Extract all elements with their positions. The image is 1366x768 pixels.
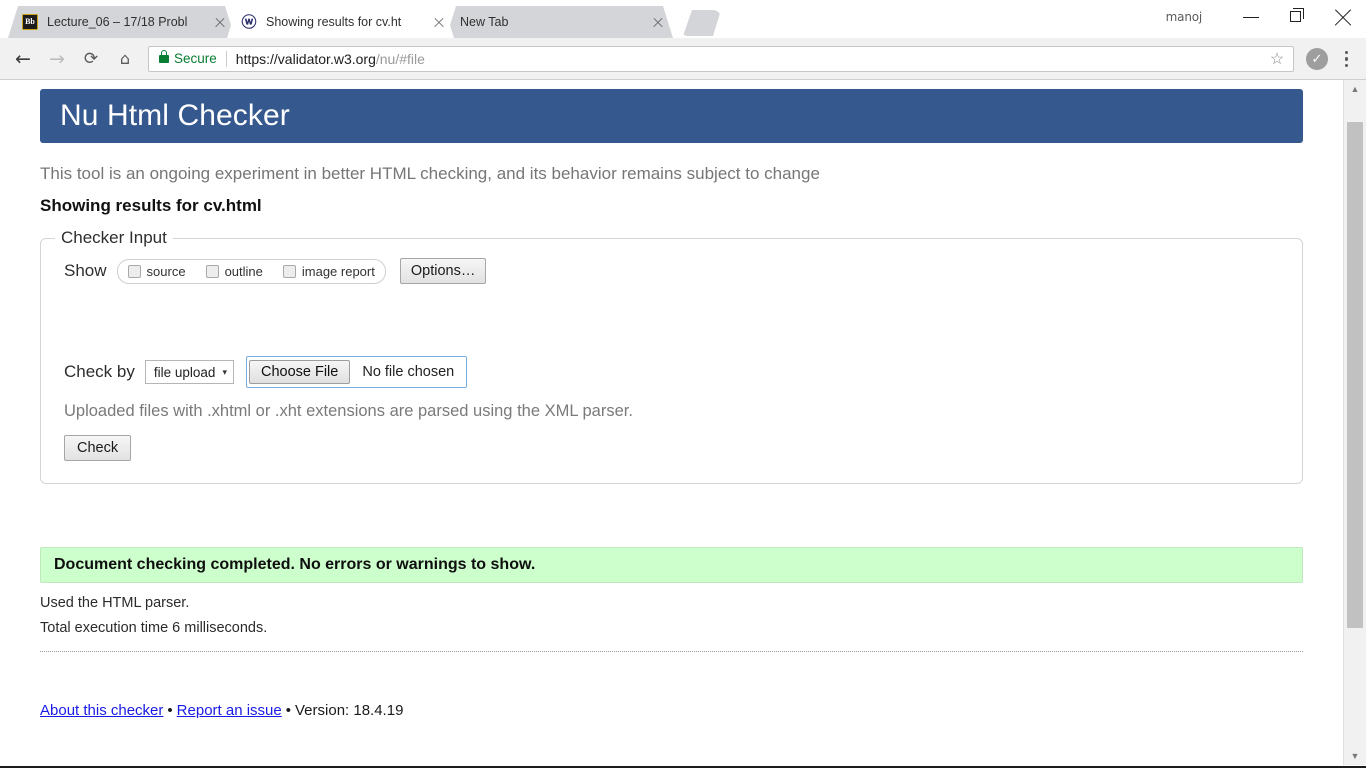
url-text: https://validator.w3.org/nu/#file — [236, 51, 1265, 67]
bookmark-star-icon[interactable]: ☆ — [1265, 49, 1289, 69]
close-icon[interactable] — [430, 13, 448, 31]
options-button[interactable]: Options… — [399, 258, 487, 284]
browser-window: Bb Lecture_06 – 17/18 Probl ⓦ Showing re… — [0, 0, 1366, 768]
about-this-checker-link[interactable]: About this checker — [40, 702, 163, 719]
footer-separator: • — [285, 702, 291, 719]
close-icon[interactable] — [211, 13, 229, 31]
forward-icon[interactable]: → — [40, 42, 74, 76]
chevron-down-icon: ▾ — [222, 366, 227, 377]
check-by-select[interactable]: file upload ▾ — [144, 360, 234, 384]
tab-strip: Bb Lecture_06 – 17/18 Probl ⓦ Showing re… — [0, 0, 1366, 38]
close-icon[interactable] — [649, 13, 667, 31]
avatar[interactable]: ✓ — [1306, 47, 1328, 70]
page-footer: About this checker • Report an issue • Versi… — [40, 702, 1303, 719]
success-message: Document checking completed. No errors o… — [54, 556, 536, 573]
execution-time-note: Total execution time 6 milliseconds. — [40, 620, 268, 636]
checkbox-outline[interactable]: outline — [205, 263, 263, 279]
secure-label: Secure — [174, 51, 217, 66]
page-scrollbar[interactable]: ▲ ▼ — [1343, 80, 1366, 765]
upload-hint-text: Uploaded files with .xhtml or .xht exten… — [64, 402, 633, 420]
close-window-icon[interactable] — [1320, 0, 1366, 34]
url-host: https://validator.w3.org — [235, 50, 376, 67]
checkbox-box[interactable] — [205, 264, 219, 278]
page-header-banner: Nu Html Checker — [40, 89, 1303, 143]
url-path: /nu/#file — [375, 50, 425, 67]
parser-note: Used the HTML parser. — [40, 595, 190, 611]
file-status-text: No file chosen — [362, 364, 455, 380]
check-button-row: Check — [41, 435, 1302, 461]
file-upload-input[interactable]: Choose File No file chosen — [245, 356, 468, 388]
page-content: Nu Html Checker This tool is an ongoing … — [0, 80, 1343, 765]
tab-title: Showing results for cv.ht — [266, 15, 402, 29]
reload-icon[interactable]: ⟳ — [74, 42, 108, 76]
home-icon[interactable]: ⌂ — [108, 42, 142, 76]
checkbox-label: outline — [224, 263, 263, 279]
version-text: Version: 18.4.19 — [295, 702, 404, 719]
address-bar[interactable]: Secure https://validator.w3.org/nu/#file… — [148, 45, 1294, 72]
minimize-icon[interactable] — [1228, 0, 1274, 34]
checker-input-fieldset: Checker Input Show source outline image … — [40, 228, 1303, 484]
fieldset-legend: Checker Input — [61, 228, 167, 247]
report-an-issue-link[interactable]: Report an issue — [177, 702, 282, 719]
new-tab-button[interactable] — [683, 10, 721, 36]
check-by-label: Check by — [64, 362, 135, 381]
window-controls: manoj — [1166, 0, 1366, 34]
kebab-menu-icon[interactable] — [1332, 44, 1360, 74]
omnibox-divider — [225, 50, 227, 67]
footer-divider — [40, 651, 1303, 652]
page-viewport: Nu Html Checker This tool is an ongoing … — [0, 80, 1366, 765]
scroll-up-icon[interactable]: ▲ — [1344, 80, 1366, 98]
tagline-text: This tool is an ongoing experiment in be… — [40, 164, 820, 183]
results-heading: Showing results for cv.html — [40, 196, 262, 215]
lock-icon — [159, 50, 169, 63]
tab-title: Lecture_06 – 17/18 Probl — [47, 15, 188, 29]
choose-file-button[interactable]: Choose File — [248, 360, 351, 384]
profile-name[interactable]: manoj — [1166, 10, 1203, 24]
tab-title: New Tab — [460, 15, 509, 29]
checkbox-box[interactable] — [127, 264, 141, 278]
footer-separator: • — [167, 702, 173, 719]
browser-tab-lecture[interactable]: Bb Lecture_06 – 17/18 Probl — [8, 6, 235, 38]
page-title: Nu Html Checker — [60, 99, 290, 132]
w3c-validator-icon: ⓦ — [241, 13, 257, 31]
checkbox-label: image report — [301, 263, 375, 279]
show-label: Show — [64, 261, 107, 280]
checkbox-image-report[interactable]: image report — [282, 263, 375, 279]
back-icon[interactable]: ← — [6, 42, 40, 76]
success-banner: Document checking completed. No errors o… — [40, 547, 1303, 583]
check-button[interactable]: Check — [64, 435, 132, 461]
blackboard-icon: Bb — [22, 14, 38, 30]
checkbox-box[interactable] — [282, 264, 296, 278]
select-value: file upload — [153, 364, 216, 380]
browser-toolbar: ← → ⟳ ⌂ Secure https://validator.w3.org/… — [0, 38, 1366, 80]
show-options-row: Show source outline image report Options… — [41, 258, 1302, 284]
maximize-icon[interactable] — [1274, 0, 1320, 34]
checkbox-label: source — [146, 263, 186, 279]
show-checkbox-group: source outline image report — [116, 258, 386, 284]
browser-tab-validator[interactable]: ⓦ Showing results for cv.ht — [227, 6, 454, 38]
scrollbar-thumb[interactable] — [1347, 122, 1363, 628]
check-by-row: Check by file upload ▾ Choose File No fi… — [41, 356, 1302, 388]
browser-tab-new[interactable]: New Tab — [446, 6, 673, 38]
checkbox-source[interactable]: source — [127, 263, 186, 279]
scroll-down-icon[interactable]: ▼ — [1344, 747, 1366, 765]
